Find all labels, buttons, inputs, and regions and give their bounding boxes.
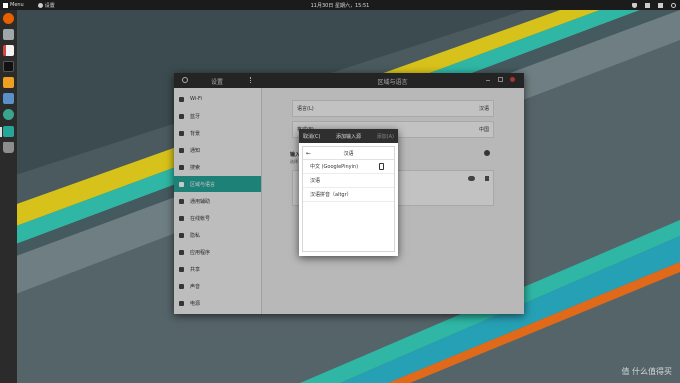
network-icon[interactable] [645, 2, 650, 8]
search-query[interactable]: 汉语 [303, 150, 394, 157]
dialog-header: 取消(C) 添加输入源 添加(A) [299, 129, 398, 143]
dock [0, 10, 17, 383]
settings-icon[interactable] [3, 109, 14, 120]
system-tray [632, 0, 676, 10]
active-app-button[interactable]: 设置 [37, 2, 55, 9]
pointer-cursor-icon [379, 163, 384, 170]
list-item[interactable]: 汉语拼音（altgr） [303, 188, 394, 202]
list-item[interactable]: 中文 (GooglePinyin) [303, 160, 394, 174]
package-icon[interactable] [3, 77, 14, 88]
back-arrow-icon[interactable]: ← [306, 150, 311, 157]
input-source-list: ← 汉语 中文 (GooglePinyin) 汉语 汉语拼音（altgr） [302, 146, 395, 252]
watermark: 值 什么值得买 [621, 367, 672, 376]
list-item-label: 中文 (GooglePinyin) [310, 164, 359, 170]
add-button[interactable]: 添加(A) [377, 133, 394, 140]
active-app-label: 设置 [44, 2, 55, 9]
cancel-button[interactable]: 取消(C) [303, 133, 320, 140]
list-item-label: 汉语 [310, 178, 321, 184]
add-input-source-dialog: 取消(C) 添加输入源 添加(A) ← 汉语 中文 (GooglePinyin)… [299, 129, 398, 256]
dock-active-indicator [0, 127, 2, 137]
gear-icon [37, 2, 43, 8]
trash-icon[interactable] [3, 142, 14, 153]
clock[interactable]: 11月30日 星期六，15:51 [0, 2, 680, 9]
menu-icon [3, 2, 8, 8]
search-row: ← 汉语 [303, 147, 394, 160]
screen-icon[interactable] [3, 93, 14, 104]
shell-icon[interactable] [3, 126, 14, 137]
terminal-icon[interactable] [3, 61, 14, 72]
list-item-label: 汉语拼音（altgr） [310, 192, 352, 198]
menu-button[interactable]: Menu [3, 2, 24, 8]
editor-icon[interactable] [3, 45, 14, 56]
files-icon[interactable] [3, 29, 14, 40]
shield-icon[interactable] [632, 2, 637, 8]
firefox-icon[interactable] [3, 13, 14, 24]
volume-icon[interactable] [658, 2, 663, 8]
power-icon[interactable] [671, 2, 676, 8]
list-item[interactable]: 汉语 [303, 174, 394, 188]
top-panel: Menu 设置 11月30日 星期六，15:51 [0, 0, 680, 10]
menu-label: Menu [10, 2, 24, 8]
dialog-title: 添加输入源 [336, 133, 362, 140]
